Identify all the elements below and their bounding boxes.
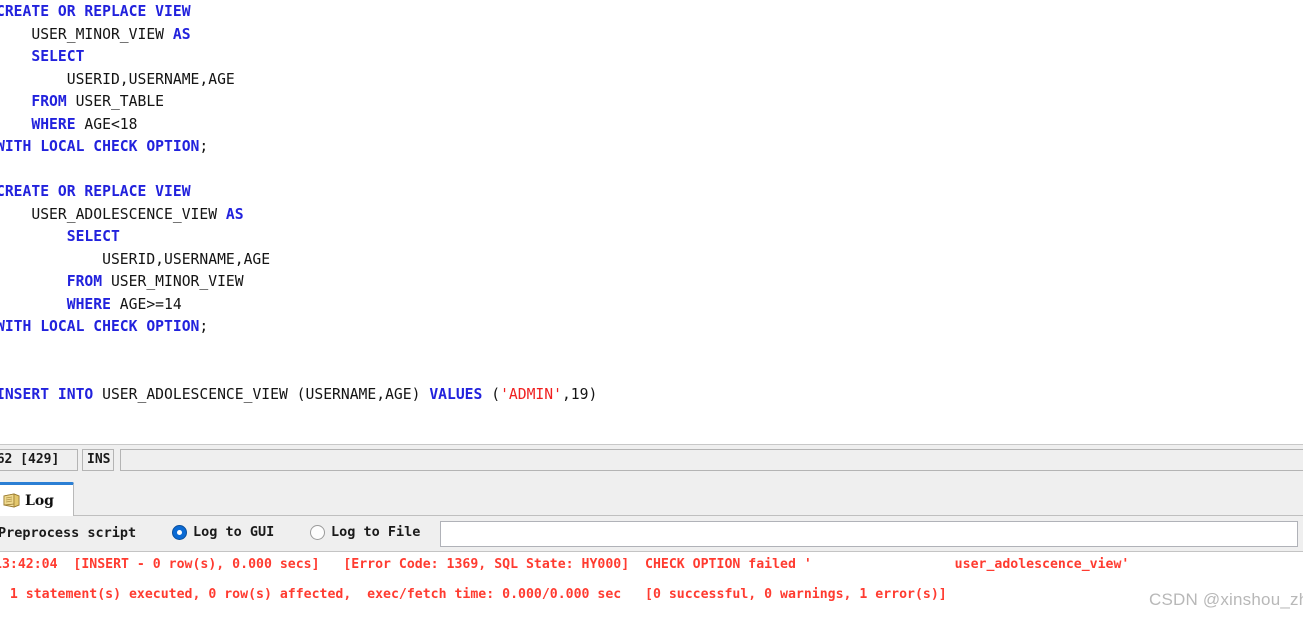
sql-token: CREATE OR REPLACE VIEW	[0, 3, 191, 20]
sql-line	[0, 361, 597, 384]
sql-token: USER_ADOLESCENCE_VIEW	[31, 205, 226, 223]
sql-line	[0, 159, 597, 182]
bottom-panel-tabstrip: Log	[0, 474, 1303, 516]
sql-token: SELECT	[66, 228, 120, 245]
sql-token: USERID,USERNAME,AGE	[0, 70, 235, 88]
sql-token: ;	[199, 318, 209, 335]
preprocess-script-label: Preprocess script	[0, 525, 137, 541]
radio-log-to-gui-indicator[interactable]	[172, 524, 187, 540]
log-file-path-input[interactable]	[440, 521, 1298, 547]
sql-line: USER_ADOLESCENCE_VIEW AS	[0, 204, 597, 227]
log-line-insert-error: 13:42:04 [INSERT - 0 row(s), 0.000 secs]…	[0, 557, 1130, 572]
editor-status-bar: 62 [429] INS	[0, 444, 1303, 474]
sql-line: USERID,USERNAME,AGE	[0, 249, 597, 272]
sql-editor[interactable]: CREATE OR REPLACE VIEW USER_MINOR_VIEW A…	[0, 0, 1303, 444]
csdn-watermark: CSDN @xinshou_zhu	[1149, 590, 1303, 609]
sql-token: WITH LOCAL CHECK OPTION	[0, 318, 200, 335]
sql-token: VALUES	[429, 385, 483, 403]
log-output-pane[interactable]: 13:42:04 [INSERT - 0 row(s), 0.000 secs]…	[0, 552, 1303, 617]
sql-token: AS	[225, 205, 244, 223]
sql-token: 'ADMIN'	[500, 385, 562, 403]
sql-line: SELECT	[0, 46, 597, 69]
sql-token: (	[482, 385, 501, 403]
sql-token: WHERE	[66, 295, 111, 313]
sql-token: ;	[199, 138, 209, 155]
tab-log-label: Log	[25, 492, 54, 509]
sql-line: INSERT INTO USER_ADOLESCENCE_VIEW (USERN…	[0, 384, 597, 407]
radio-log-to-file-label: Log to File	[331, 524, 421, 540]
sql-token: USER_MINOR_VIEW	[31, 25, 173, 43]
sql-line: FROM USER_MINOR_VIEW	[0, 271, 597, 294]
sql-line: WITH LOCAL CHECK OPTION;	[0, 136, 597, 159]
status-message-panel	[120, 449, 1303, 471]
sql-line: WITH LOCAL CHECK OPTION;	[0, 316, 597, 339]
sql-token: USER_ADOLESCENCE_VIEW (USERNAME,AGE)	[93, 385, 430, 403]
sql-line: FROM USER_TABLE	[0, 91, 597, 114]
sql-token: AS	[172, 25, 191, 43]
log-line-summary: 1 statement(s) executed, 0 row(s) affect…	[0, 587, 947, 602]
sql-token: FROM	[66, 273, 103, 290]
sql-token: AGE>=14	[110, 295, 182, 313]
sql-line: USERID,USERNAME,AGE	[0, 69, 597, 92]
sql-token: USERID,USERNAME,AGE	[0, 250, 271, 268]
sql-token: ,19)	[561, 385, 598, 403]
tab-log[interactable]: Log	[0, 482, 74, 516]
sql-editor-text[interactable]: CREATE OR REPLACE VIEW USER_MINOR_VIEW A…	[0, 1, 597, 406]
sql-line: WHERE AGE>=14	[0, 294, 597, 317]
status-caret-position: 62 [429]	[0, 449, 78, 471]
sql-token: USER_TABLE	[66, 93, 165, 110]
sql-client-window: CREATE OR REPLACE VIEW USER_MINOR_VIEW A…	[0, 0, 1303, 617]
sql-token: SELECT	[31, 48, 85, 65]
sql-line: USER_MINOR_VIEW AS	[0, 24, 597, 47]
radio-log-to-file[interactable]: Log to File	[310, 524, 420, 540]
sql-line	[0, 339, 597, 362]
radio-log-to-gui-label: Log to GUI	[193, 524, 275, 540]
log-options-toolbar: Preprocess script Log to GUI Log to File	[0, 516, 1303, 552]
sql-token: USER_MINOR_VIEW	[102, 273, 244, 290]
status-insert-mode[interactable]: INS	[82, 449, 114, 471]
sql-token: WHERE	[31, 115, 76, 133]
sql-token: INSERT INTO	[0, 385, 94, 403]
radio-log-to-gui[interactable]: Log to GUI	[172, 524, 274, 540]
sql-line: SELECT	[0, 226, 597, 249]
log-book-icon	[3, 493, 20, 508]
radio-log-to-file-indicator[interactable]	[310, 524, 325, 540]
sql-line: CREATE OR REPLACE VIEW	[0, 1, 597, 24]
sql-line: CREATE OR REPLACE VIEW	[0, 181, 597, 204]
sql-token: WITH LOCAL CHECK OPTION	[0, 138, 200, 155]
sql-line: WHERE AGE<18	[0, 114, 597, 137]
sql-token: FROM	[31, 93, 67, 110]
sql-token: AGE<18	[75, 115, 138, 133]
sql-token: CREATE OR REPLACE VIEW	[0, 183, 191, 200]
